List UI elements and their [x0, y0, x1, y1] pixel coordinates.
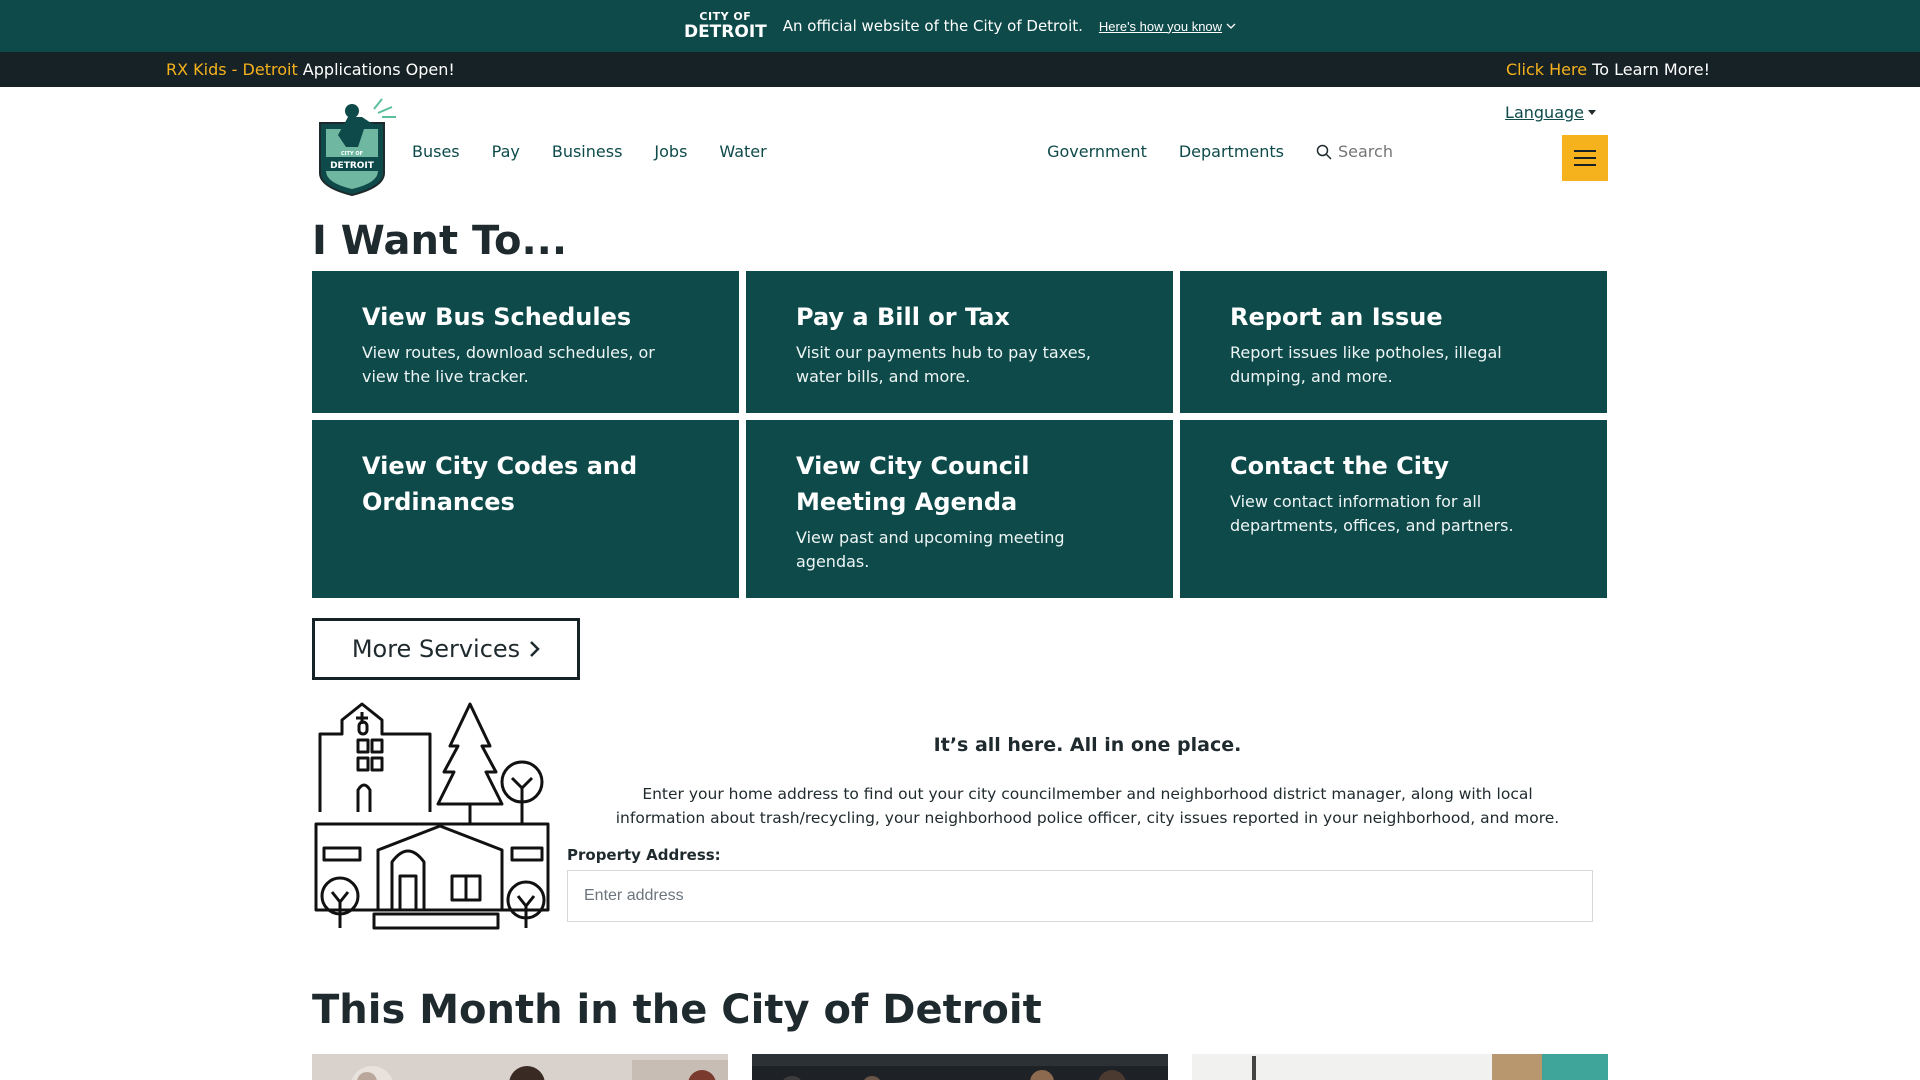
- news-image-2[interactable]: [752, 1054, 1168, 1080]
- address-description: Enter your home address to find out your…: [615, 785, 1560, 827]
- alert-bar: RX Kids - Detroit Applications Open! Cli…: [0, 52, 1920, 87]
- property-address-label: Property Address:: [567, 846, 721, 864]
- card-city-council-agenda[interactable]: View City Council Meeting Agenda View pa…: [746, 420, 1173, 598]
- news-image-1[interactable]: [312, 1054, 728, 1080]
- main-content: I Want To... View Bus Schedules View rou…: [312, 217, 1608, 1080]
- search-input[interactable]: [1338, 142, 1448, 161]
- search-box: [1316, 142, 1448, 161]
- learn-more-link[interactable]: Click Here To Learn More!: [1506, 60, 1710, 79]
- address-lookup-content: It’s all here. All in one place. Enter y…: [567, 700, 1608, 936]
- service-cards-grid: View Bus Schedules View routes, download…: [312, 271, 1608, 598]
- nav-government[interactable]: Government: [1047, 142, 1147, 161]
- nav-water[interactable]: Water: [719, 142, 766, 161]
- city-of-detroit-mini-logo: CITY OF DETROIT: [683, 10, 767, 42]
- caret-down-icon: [1588, 109, 1596, 115]
- news-heading: This Month in the City of Detroit: [312, 987, 1042, 1033]
- hamburger-menu-button[interactable]: [1562, 135, 1608, 181]
- news-image-3[interactable]: [1192, 1054, 1608, 1080]
- address-lookup-section: It’s all here. All in one place. Enter y…: [312, 700, 1608, 936]
- chevron-down-icon: [1226, 23, 1236, 29]
- primary-nav: Buses Pay Business Jobs Water: [412, 142, 767, 161]
- official-banner: CITY OF DETROIT An official website of t…: [0, 0, 1920, 52]
- card-contact-the-city[interactable]: Contact the City View contact informatio…: [1180, 420, 1607, 598]
- nav-jobs[interactable]: Jobs: [654, 142, 687, 161]
- card-pay-bill-or-tax[interactable]: Pay a Bill or Tax Visit our payments hub…: [746, 271, 1173, 413]
- news-cards: [312, 1054, 1608, 1080]
- more-services-button[interactable]: More Services: [312, 618, 580, 680]
- property-address-input[interactable]: [567, 870, 1593, 922]
- search-icon[interactable]: [1316, 144, 1332, 160]
- address-tagline: It’s all here. All in one place.: [933, 734, 1242, 756]
- language-dropdown[interactable]: Language: [1505, 103, 1596, 122]
- card-view-bus-schedules[interactable]: View Bus Schedules View routes, download…: [312, 271, 739, 413]
- svg-text:CITY OF: CITY OF: [341, 151, 363, 157]
- card-city-codes-ordinances[interactable]: View City Codes and Ordinances: [312, 420, 739, 598]
- hamburger-icon: [1574, 150, 1596, 152]
- svg-text:DETROIT: DETROIT: [330, 161, 375, 171]
- chevron-right-icon: [530, 641, 540, 657]
- site-header: CITY OF DETROIT Buses Pay Business Jobs …: [312, 87, 1608, 211]
- how-you-know-link[interactable]: Here's how you know: [1099, 19, 1236, 34]
- nav-departments[interactable]: Departments: [1179, 142, 1284, 161]
- secondary-nav: Government Departments: [1047, 142, 1448, 161]
- nav-business[interactable]: Business: [552, 142, 623, 161]
- card-report-an-issue[interactable]: Report an Issue Report issues like potho…: [1180, 271, 1607, 413]
- page-heading: I Want To...: [312, 218, 568, 264]
- rx-kids-link[interactable]: RX Kids - Detroit Applications Open!: [166, 60, 455, 79]
- nav-buses[interactable]: Buses: [412, 142, 460, 161]
- official-message: An official website of the City of Detro…: [782, 17, 1083, 35]
- nav-pay[interactable]: Pay: [492, 142, 520, 161]
- neighborhood-illustration-icon: [314, 702, 550, 930]
- city-of-detroit-logo[interactable]: CITY OF DETROIT: [312, 95, 402, 199]
